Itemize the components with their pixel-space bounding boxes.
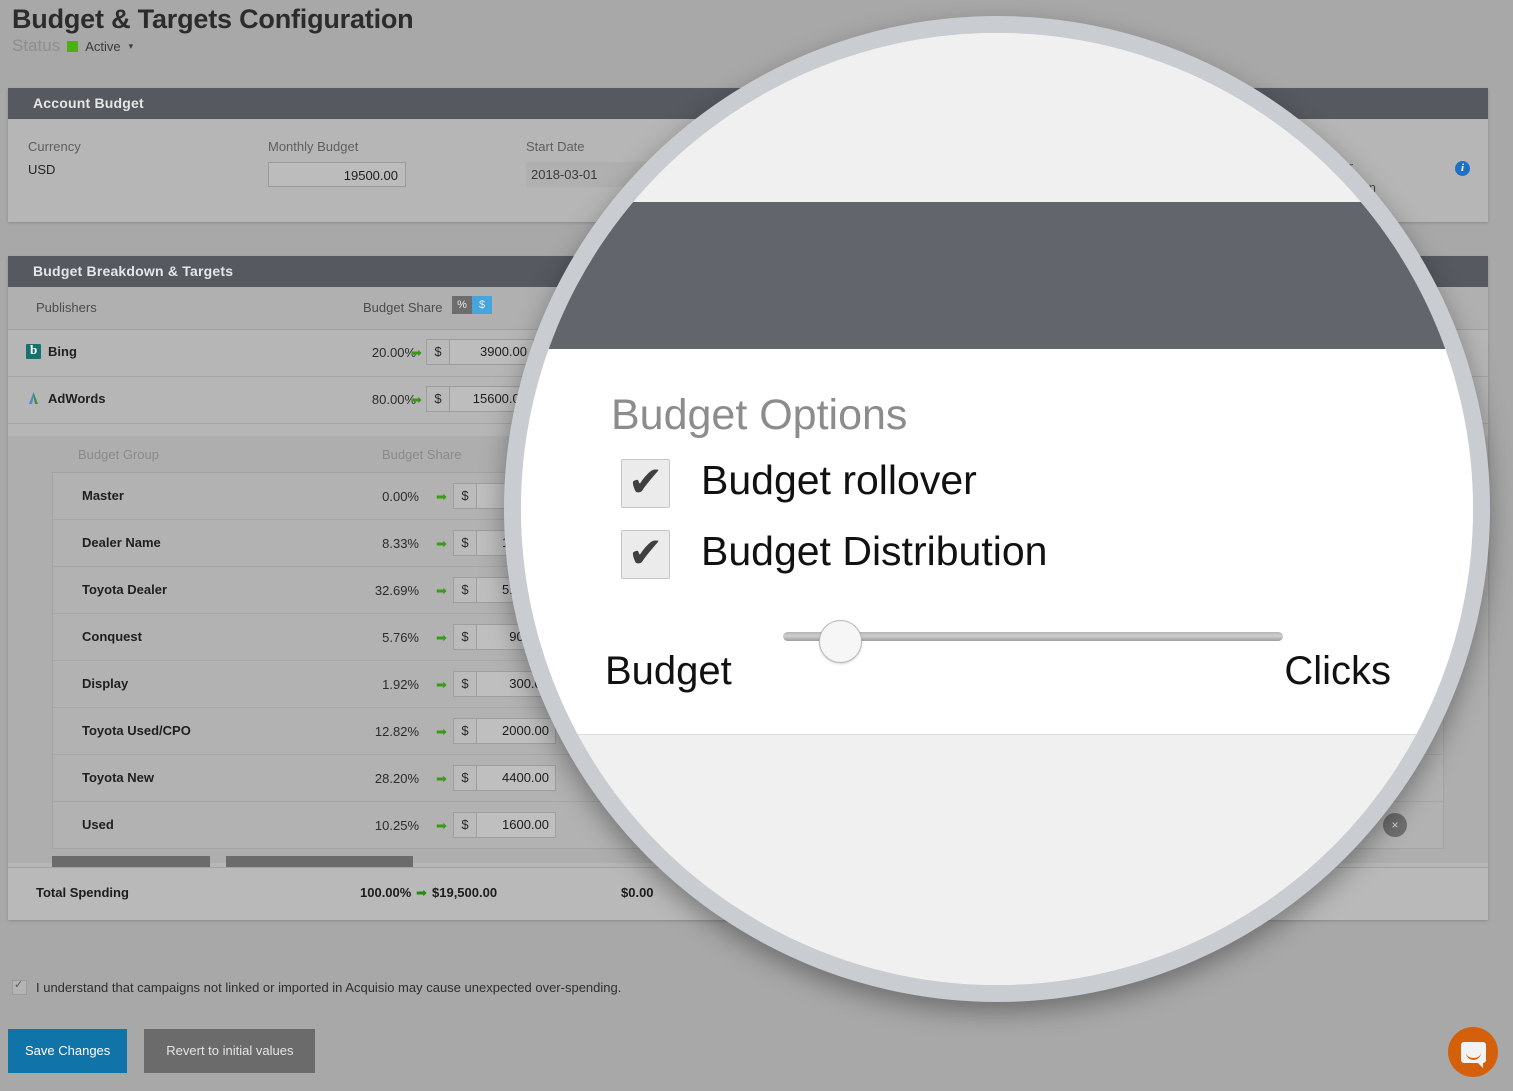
col-publishers: Publishers — [36, 300, 97, 315]
budget-distribution-checkbox[interactable] — [621, 528, 670, 579]
publisher-percent: 80.00% — [371, 392, 416, 407]
page-title: Budget & Targets Configuration — [12, 4, 414, 34]
arrow-right-icon: ➡ — [436, 583, 447, 598]
magnified-panel-top — [521, 33, 1473, 202]
monthly-budget-input[interactable]: 19500.00 — [268, 162, 406, 187]
currency-symbol: $ — [454, 813, 477, 837]
status-row: Status Active ▾ — [12, 36, 133, 56]
col-budget-group: Budget Group — [78, 447, 159, 462]
currency-field: Currency USD — [28, 139, 81, 177]
group-name: Master — [82, 488, 124, 503]
revert-button[interactable]: Revert to initial values — [144, 1029, 316, 1073]
publisher-label: Bing — [48, 344, 77, 359]
save-changes-button[interactable]: Save Changes — [8, 1029, 128, 1073]
status-dot-icon — [67, 40, 79, 52]
group-name: Toyota New — [82, 770, 154, 785]
share-unit-toggle[interactable]: % $ — [452, 296, 492, 314]
monthly-budget-label: Monthly Budget — [268, 139, 359, 154]
group-percent: 28.20% — [374, 771, 419, 786]
group-name: Used — [82, 817, 114, 832]
budget-rollover-label: Budget rollover — [701, 457, 977, 503]
magnified-panel-header-band — [521, 202, 1473, 349]
group-name: Conquest — [82, 629, 142, 644]
group-percent: 0.00% — [382, 489, 419, 504]
group-percent: 1.92% — [382, 677, 419, 692]
currency-symbol: $ — [427, 387, 450, 411]
group-percent: 12.82% — [374, 724, 419, 739]
arrow-right-icon: ➡ — [436, 724, 447, 739]
group-percent: 32.69% — [374, 583, 419, 598]
currency-value: USD — [28, 162, 56, 177]
arrow-right-icon: ➡ — [416, 885, 427, 900]
publisher-label: AdWords — [48, 391, 106, 406]
publisher-name-cell: Bing — [26, 342, 77, 359]
currency-label: Currency — [28, 139, 81, 154]
arrow-right-icon: ➡ — [436, 818, 447, 833]
budget-rollover-checkbox[interactable] — [621, 457, 670, 508]
group-name: Toyota Used/CPO — [82, 723, 191, 738]
monthly-budget-field: Monthly Budget 19500.00 — [268, 139, 406, 187]
adwords-logo-icon — [26, 391, 41, 406]
arrow-right-icon: ➡ — [436, 489, 447, 504]
budget-clicks-slider-handle[interactable] — [819, 620, 862, 663]
group-percent: 8.33% — [382, 536, 419, 551]
toggle-percent[interactable]: % — [452, 296, 472, 314]
status-label: Status — [12, 36, 61, 55]
group-percent: 5.76% — [382, 630, 419, 645]
group-name: Display — [82, 676, 129, 691]
publisher-amount-input[interactable]: $ 3900.00 — [426, 339, 534, 365]
publisher-percent: 20.00% — [371, 345, 416, 360]
magnified-budget-options: Budget Options Budget rollover Budget Di… — [521, 349, 1473, 734]
currency-symbol: $ — [427, 340, 450, 364]
magnifier-content: Budget Options Budget rollover Budget Di… — [521, 33, 1473, 985]
magnifier-lens: Budget Options Budget rollover Budget Di… — [504, 16, 1490, 1002]
currency-symbol: $ — [454, 672, 477, 696]
toggle-dollar[interactable]: $ — [472, 296, 492, 314]
chat-bubble-glyph — [1460, 1041, 1486, 1068]
intercom-chat-icon[interactable] — [1448, 1027, 1498, 1077]
currency-symbol: $ — [454, 578, 477, 602]
publisher-name-cell: AdWords — [26, 391, 106, 406]
total-spending-label: Total Spending — [36, 885, 129, 900]
col-budget-share: Budget Share — [363, 300, 443, 315]
form-actions: Save Changes Revert to initial values — [8, 1029, 316, 1073]
arrow-right-icon: ➡ — [411, 345, 422, 360]
chevron-down-icon[interactable]: ▾ — [129, 41, 134, 52]
slider-left-label: Budget — [605, 649, 732, 693]
status-value[interactable]: Active — [85, 39, 120, 54]
group-name: Toyota Dealer — [82, 582, 168, 597]
currency-symbol: $ — [454, 625, 477, 649]
arrow-right-icon: ➡ — [436, 677, 447, 692]
slider-right-label: Clicks — [1284, 649, 1391, 693]
arrow-right-icon: ➡ — [436, 536, 447, 551]
magnified-panel-bottom — [521, 734, 1473, 985]
currency-symbol: $ — [454, 484, 477, 508]
currency-symbol: $ — [454, 719, 477, 743]
arrow-right-icon: ➡ — [436, 771, 447, 786]
budget-distribution-label: Budget Distribution — [701, 528, 1048, 574]
disclaimer-checkbox[interactable] — [12, 978, 27, 995]
total-percent: 100.00% — [360, 885, 412, 900]
arrow-right-icon: ➡ — [436, 630, 447, 645]
currency-symbol: $ — [454, 531, 477, 555]
budget-options-title: Budget Options — [611, 391, 908, 439]
bing-logo-icon — [26, 342, 41, 359]
currency-symbol: $ — [454, 766, 477, 790]
group-percent: 10.25% — [374, 818, 419, 833]
group-name: Dealer Name — [82, 535, 161, 550]
col-group-share: Budget Share — [382, 447, 462, 462]
total-amount: $19,500.00 — [432, 885, 498, 900]
arrow-right-icon: ➡ — [411, 392, 422, 407]
